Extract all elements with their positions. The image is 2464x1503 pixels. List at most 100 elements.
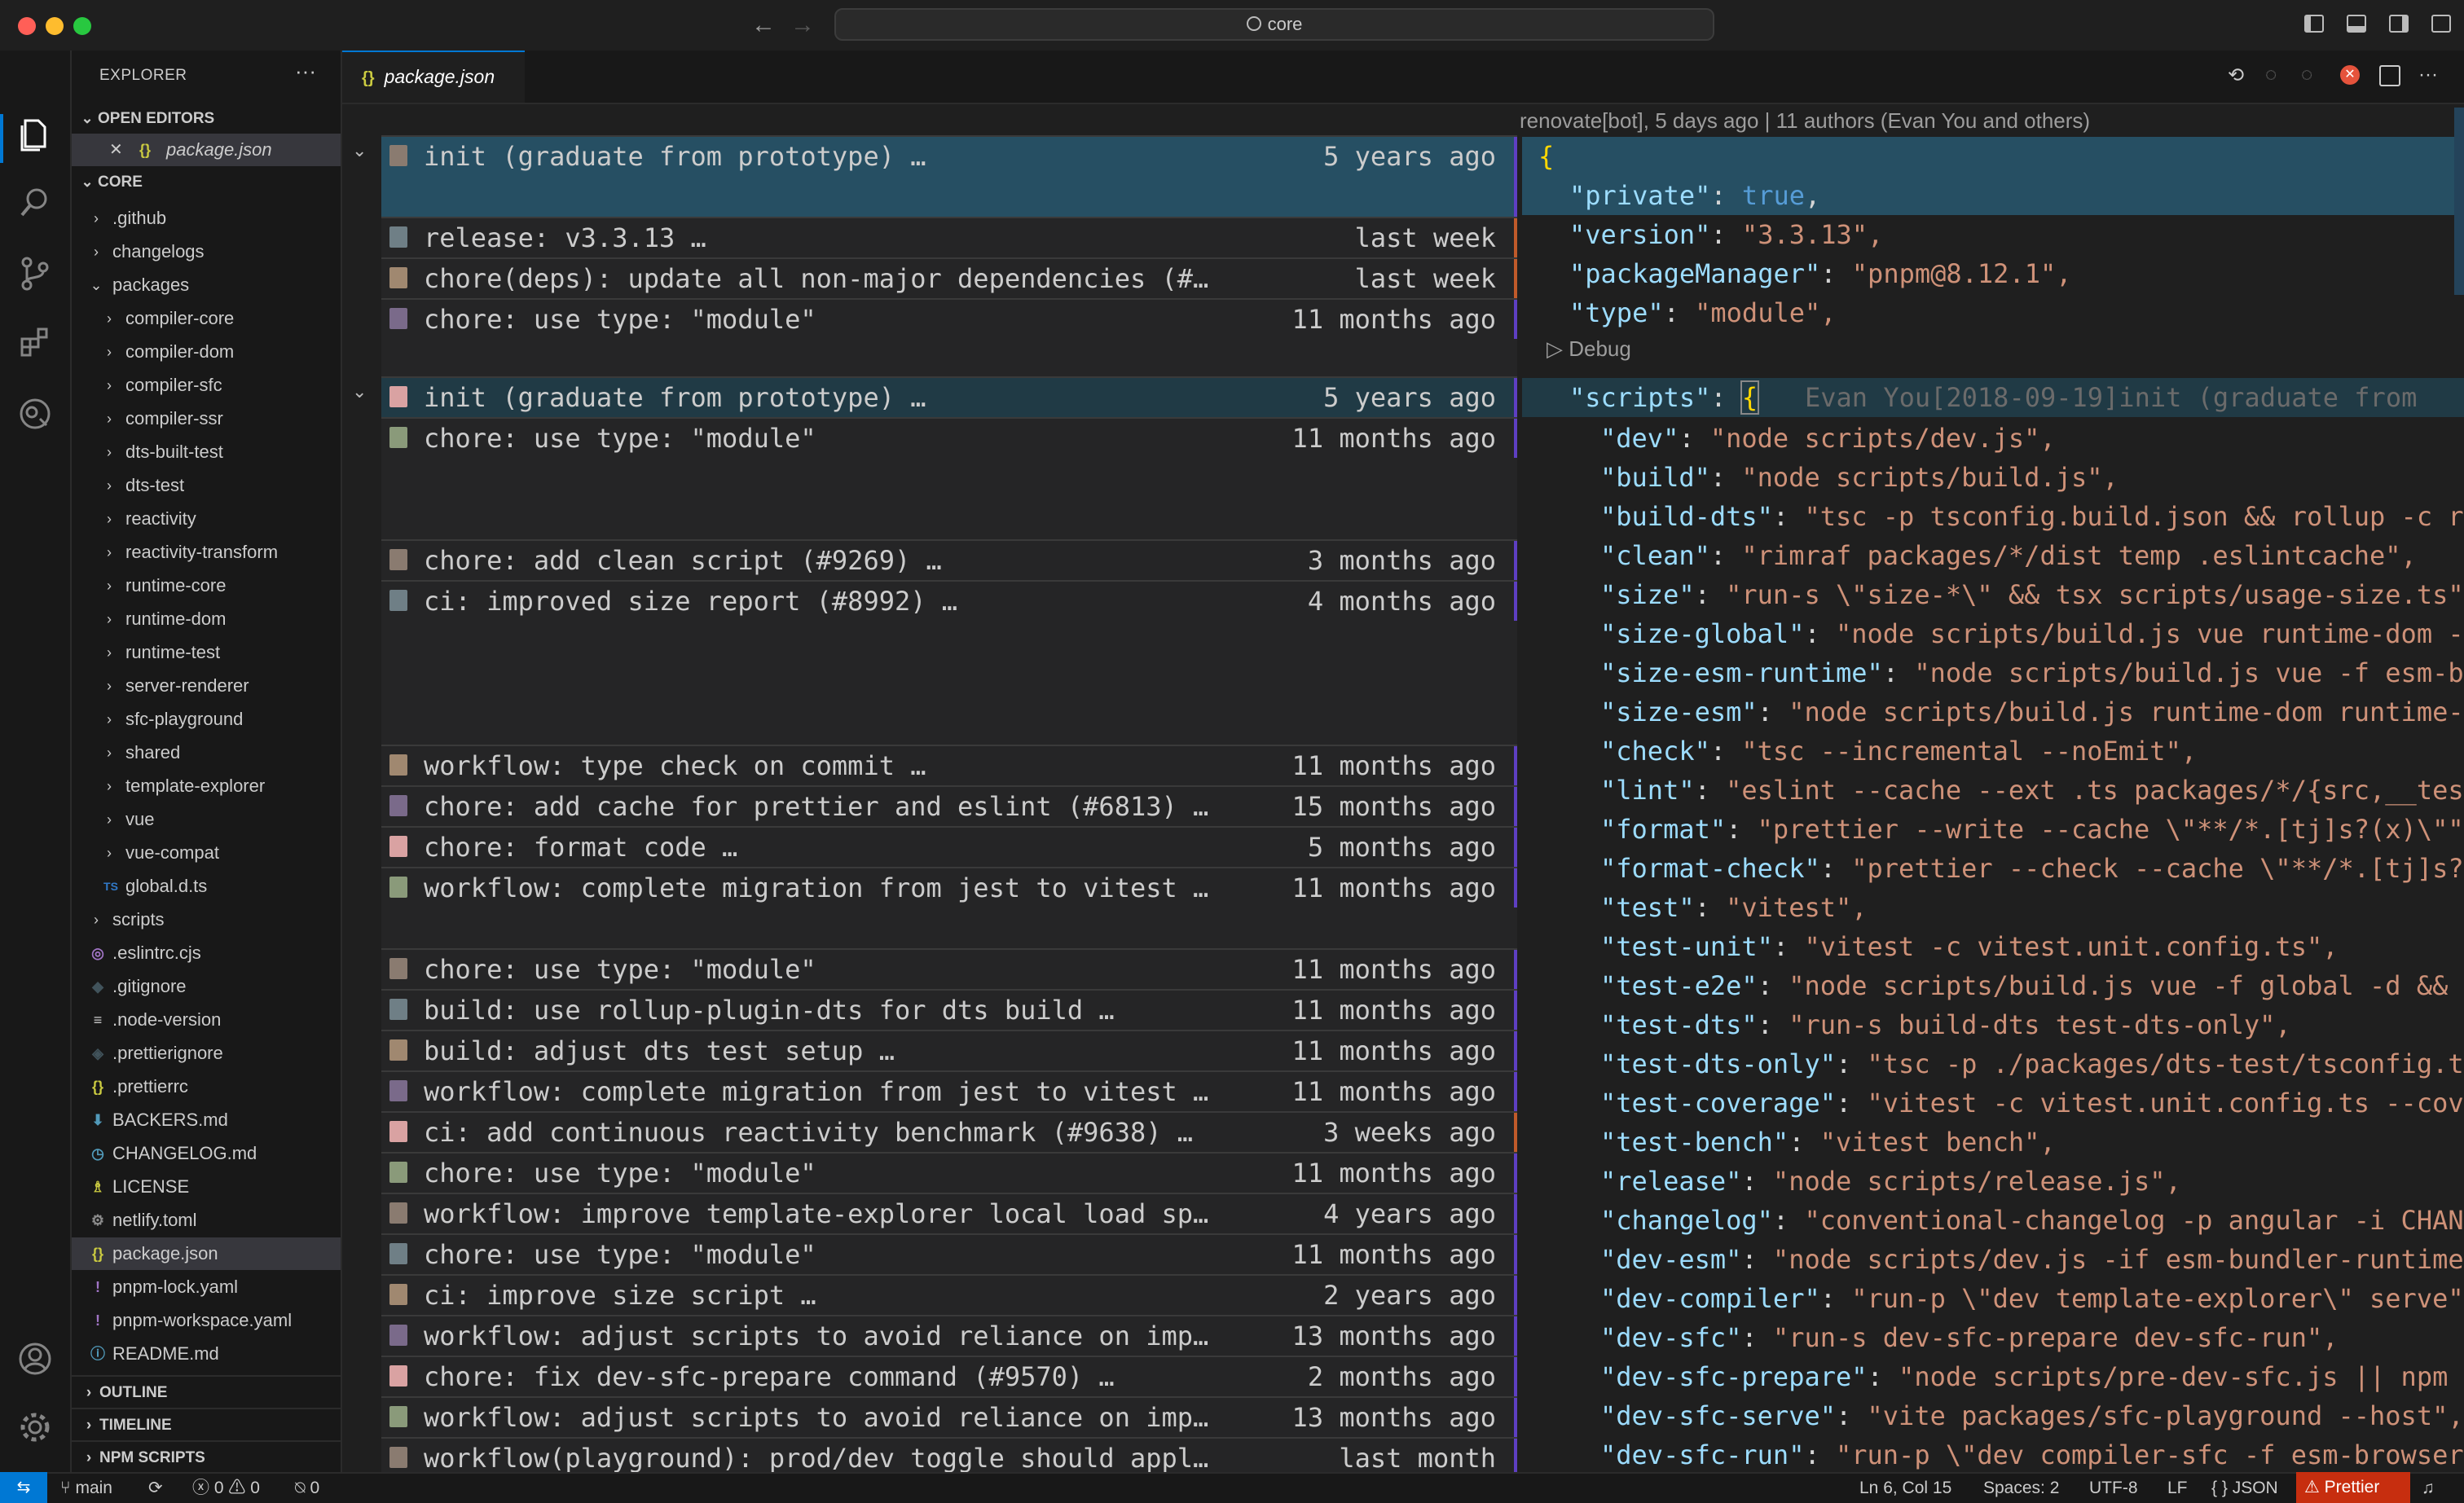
manage-gear-icon[interactable] <box>16 1409 54 1447</box>
file-item[interactable]: TS global.d.ts <box>72 870 341 903</box>
file-item[interactable]: ◈ .prettierignore <box>72 1037 341 1070</box>
folder-item[interactable]: › runtime-core <box>72 569 341 602</box>
file-item[interactable]: {} .prettierrc <box>72 1070 341 1103</box>
folder-item[interactable]: › .github <box>72 202 341 235</box>
encoding[interactable]: UTF-8 <box>2089 1474 2138 1503</box>
blame-entry[interactable]: chore: add cache for prettier and eslint… <box>381 787 1517 826</box>
branch-indicator[interactable]: ⑂ main <box>60 1474 112 1503</box>
problems-indicator[interactable]: ⓧ 0 ⚠ 0 <box>192 1474 260 1503</box>
blame-entry[interactable]: chore: add clean script (#9269) … 3 month… <box>381 541 1517 580</box>
blame-entry[interactable]: chore: use type: "module" 11 months ago <box>381 419 1517 458</box>
blame-entry[interactable]: chore(deps): update all non-major depend… <box>381 259 1517 298</box>
blame-entry[interactable]: chore: use type: "module" 11 months ago <box>381 1235 1517 1274</box>
file-item[interactable]: ⬇ BACKERS.md <box>72 1104 341 1136</box>
chevron-down-icon[interactable]: ⌄ <box>352 140 367 161</box>
open-editor-item[interactable]: ✕ {} package.json <box>72 134 341 166</box>
search-icon[interactable] <box>16 186 54 223</box>
code-editor[interactable]: {"private": true, "version": "3.3.13", "pa… <box>1522 137 2464 1472</box>
file-item[interactable]: ≡ .node-version <box>72 1004 341 1036</box>
folder-item[interactable]: › changelogs <box>72 235 341 268</box>
tab-package-json[interactable]: {} package.json <box>342 51 525 103</box>
blame-entry[interactable]: chore: use type: "module" 11 months ago <box>381 1154 1517 1193</box>
scrollbar-slider[interactable] <box>2454 108 2464 295</box>
blame-entry[interactable]: chore: use type: "module" 11 months ago <box>381 300 1517 339</box>
end-of-line[interactable]: LF <box>2167 1474 2188 1503</box>
core-folder-section[interactable]: ⌄ CORE <box>72 166 341 197</box>
close-icon[interactable]: ✕ <box>109 134 123 166</box>
blame-entry[interactable]: ci: improved size report (#8992) … 4 mont… <box>381 582 1517 621</box>
folder-item[interactable]: › compiler-dom <box>72 336 341 368</box>
folder-item[interactable]: › dts-built-test <box>72 436 341 468</box>
language-mode[interactable]: { } JSON <box>2211 1474 2278 1503</box>
blame-entry[interactable]: build: use rollup-plugin-dts for dts bui… <box>381 991 1517 1030</box>
blame-entry[interactable]: workflow: type check on commit … 11 month… <box>381 746 1517 785</box>
explorer-icon[interactable] <box>16 117 54 155</box>
notifications-bell-icon[interactable]: ♫ <box>2422 1474 2435 1503</box>
ports-indicator[interactable]: ⍉ 0 <box>295 1474 319 1503</box>
npm-scripts-section[interactable]: › NPM SCRIPTS <box>72 1440 341 1472</box>
remote-indicator-icon[interactable]: ⇆ <box>0 1472 47 1503</box>
previous-change-icon[interactable]: ◌ <box>2265 64 2277 86</box>
folder-item[interactable]: › vue <box>72 803 341 836</box>
debug-code-lens[interactable]: ▷ Debug <box>1547 332 1631 365</box>
file-item[interactable]: ◆ .gitignore <box>72 970 341 1003</box>
file-item[interactable]: ⓘ README.md <box>72 1338 341 1370</box>
folder-item[interactable]: › compiler-sfc <box>72 369 341 402</box>
account-icon[interactable] <box>16 1341 54 1378</box>
toggle-secondary-sidebar-icon[interactable] <box>2389 15 2409 33</box>
folder-item[interactable]: › compiler-core <box>72 302 341 335</box>
prettier-status[interactable]: ⚠ Prettier <box>2296 1472 2410 1503</box>
back-arrow-icon[interactable]: ← <box>751 10 776 41</box>
command-center-search[interactable]: core <box>834 8 1714 41</box>
blame-entry[interactable]: workflow: adjust scripts to avoid relian… <box>381 1316 1517 1356</box>
forward-arrow-icon[interactable]: → <box>790 10 815 41</box>
blame-entry[interactable]: ci: improve size script … 2 years ago <box>381 1276 1517 1315</box>
git-history-icon[interactable] <box>16 396 54 433</box>
blame-entry[interactable]: workflow: complete migration from jest t… <box>381 1072 1517 1111</box>
timeline-section[interactable]: › TIMELINE <box>72 1408 341 1442</box>
outline-section[interactable]: › OUTLINE <box>72 1375 341 1409</box>
cursor-position[interactable]: Ln 6, Col 15 <box>1859 1474 1951 1503</box>
folder-item[interactable]: ⌄ packages <box>72 269 341 301</box>
file-item[interactable]: ◎ .eslintrc.cjs <box>72 937 341 969</box>
file-item[interactable]: ⚙ netlify.toml <box>72 1204 341 1237</box>
blame-entry[interactable]: workflow(playground): prod/dev toggle sh… <box>381 1439 1517 1472</box>
file-item[interactable]: ! pnpm-lock.yaml <box>72 1271 341 1303</box>
folder-item[interactable]: › reactivity <box>72 503 341 535</box>
sync-icon[interactable]: ⟳ <box>148 1474 163 1503</box>
folder-item[interactable]: › compiler-ssr <box>72 402 341 435</box>
blame-entry[interactable]: chore: fix dev-sfc-prepare command (#957… <box>381 1357 1517 1396</box>
blame-entry[interactable]: workflow: adjust scripts to avoid relian… <box>381 1398 1517 1437</box>
blame-entry[interactable]: chore: format code … 5 months ago <box>381 828 1517 867</box>
maximize-window-button[interactable] <box>73 17 91 35</box>
folder-item[interactable]: › dts-test <box>72 469 341 502</box>
close-window-button[interactable] <box>18 17 36 35</box>
folder-item[interactable]: › server-renderer <box>72 670 341 702</box>
folder-item[interactable]: › scripts <box>72 903 341 936</box>
split-editor-icon[interactable] <box>2379 65 2400 86</box>
blame-entry[interactable]: chore: use type: "module" 11 months ago <box>381 950 1517 989</box>
more-actions-icon[interactable]: ··· <box>2418 64 2438 86</box>
file-item[interactable]: ! pnpm-workspace.yaml <box>72 1304 341 1337</box>
folder-item[interactable]: › shared <box>72 736 341 769</box>
toggle-primary-sidebar-icon[interactable] <box>2304 15 2324 33</box>
blame-entry[interactable]: workflow: improve template-explorer loca… <box>381 1194 1517 1233</box>
blame-entry[interactable]: build: adjust dts test setup … 11 months … <box>381 1031 1517 1070</box>
indentation[interactable]: Spaces: 2 <box>1983 1474 2059 1503</box>
customize-layout-icon[interactable] <box>2431 15 2451 33</box>
open-editors-section[interactable]: ⌄ OPEN EDITORS <box>72 103 341 134</box>
blame-entry[interactable]: init (graduate from prototype) … 5 years … <box>381 137 1517 217</box>
code-lens-authors[interactable]: renovate[bot], 5 days ago | 11 authors (… <box>1520 104 2090 137</box>
next-change-icon[interactable]: ◌ <box>2301 64 2312 86</box>
folder-item[interactable]: › runtime-dom <box>72 603 341 635</box>
file-item[interactable]: ◷ CHANGELOG.md <box>72 1137 341 1170</box>
toggle-panel-icon[interactable] <box>2347 15 2366 33</box>
more-actions-icon[interactable]: ··· <box>295 59 316 84</box>
minimize-window-button[interactable] <box>46 17 64 35</box>
blame-entry[interactable]: init (graduate from prototype) … 5 years … <box>381 378 1517 417</box>
folder-item[interactable]: › reactivity-transform <box>72 536 341 569</box>
open-changes-icon[interactable]: ⟲ <box>2228 64 2244 87</box>
folder-item[interactable]: › sfc-playground <box>72 703 341 736</box>
blame-entry[interactable]: ci: add continuous reactivity benchmark … <box>381 1113 1517 1152</box>
folder-item[interactable]: › vue-compat <box>72 837 341 869</box>
